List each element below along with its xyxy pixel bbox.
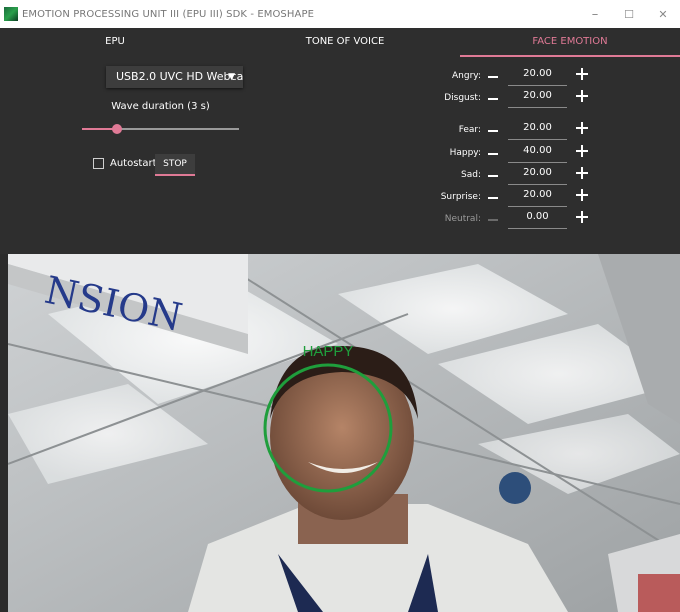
control-panel: EPU TONE OF VOICE FACE EMOTION USB2.0 UV… xyxy=(0,28,680,254)
emotion-label: Sad: xyxy=(461,170,481,180)
window-controls: – ☐ ✕ xyxy=(578,0,680,28)
decrement-icon[interactable] xyxy=(488,175,498,177)
emotion-label: Fear: xyxy=(458,125,481,135)
autostart-checkbox[interactable] xyxy=(93,158,104,169)
increment-icon[interactable] xyxy=(576,122,588,134)
tab-epu[interactable]: EPU xyxy=(0,28,230,56)
tab-bar: EPU TONE OF VOICE FACE EMOTION xyxy=(0,28,680,57)
face-overlay: HAPPY xyxy=(263,343,393,493)
emotion-value-field[interactable]: 0.00 xyxy=(508,209,567,229)
increment-icon[interactable] xyxy=(576,90,588,102)
stop-button[interactable]: STOP xyxy=(155,154,195,176)
emotion-value-field[interactable]: 20.00 xyxy=(508,187,567,207)
caret-down-icon: ▼ xyxy=(228,72,235,82)
face-detection-ring xyxy=(263,363,393,493)
increment-icon[interactable] xyxy=(576,167,588,179)
emotion-label: Disgust: xyxy=(444,93,481,103)
decrement-icon[interactable] xyxy=(488,153,498,155)
close-button[interactable]: ✕ xyxy=(646,0,680,28)
camera-feed: NSION HAPPY xyxy=(8,254,680,612)
emotion-value-field[interactable]: 20.00 xyxy=(508,120,567,140)
slider-thumb[interactable] xyxy=(111,124,122,134)
decrement-icon xyxy=(488,219,498,221)
app-logo-icon xyxy=(4,7,18,21)
decrement-icon[interactable] xyxy=(488,197,498,199)
emotion-row-angry: Angry: 20.00 xyxy=(400,66,600,88)
emotion-row-surprise: Surprise: 20.00 xyxy=(400,187,600,209)
increment-icon[interactable] xyxy=(576,68,588,80)
decrement-icon[interactable] xyxy=(488,98,498,100)
emotion-value-field[interactable]: 40.00 xyxy=(508,143,567,163)
window-title: EMOTION PROCESSING UNIT III (EPU III) SD… xyxy=(22,8,314,20)
camera-select-value: USB2.0 UVC HD Webcam xyxy=(116,70,243,83)
emotion-label: Surprise: xyxy=(440,192,481,202)
emotion-row-happy: Happy: 40.00 xyxy=(400,143,600,165)
increment-icon[interactable] xyxy=(576,145,588,157)
autostart-toggle[interactable]: Autostart xyxy=(93,158,157,169)
autostart-label: Autostart xyxy=(110,158,157,169)
increment-icon[interactable] xyxy=(576,211,588,223)
emotion-value-field[interactable]: 20.00 xyxy=(508,66,567,86)
decrement-icon[interactable] xyxy=(488,76,498,78)
emotion-result-label: HAPPY xyxy=(303,343,354,360)
wave-duration-slider[interactable] xyxy=(82,124,239,134)
emotion-label: Angry: xyxy=(452,71,481,81)
tab-tone-of-voice[interactable]: TONE OF VOICE xyxy=(230,28,460,56)
emotion-row-disgust: Disgust: 20.00 xyxy=(400,88,600,110)
emotion-value-field[interactable]: 20.00 xyxy=(508,165,567,185)
increment-icon[interactable] xyxy=(576,189,588,201)
title-bar: EMOTION PROCESSING UNIT III (EPU III) SD… xyxy=(0,0,680,28)
emotion-label: Happy: xyxy=(449,148,481,158)
tab-face-emotion[interactable]: FACE EMOTION xyxy=(460,28,680,56)
emotion-label: Neutral: xyxy=(444,214,481,224)
emotion-row-neutral: Neutral: 0.00 xyxy=(400,209,600,231)
maximize-button[interactable]: ☐ xyxy=(612,0,646,28)
active-tab-indicator xyxy=(460,55,680,57)
camera-select[interactable]: USB2.0 UVC HD Webcam ▼ xyxy=(106,66,243,88)
minimize-button[interactable]: – xyxy=(578,0,612,28)
decrement-icon[interactable] xyxy=(488,130,498,132)
emotion-row-fear: Fear: 20.00 xyxy=(400,120,600,142)
emotion-row-sad: Sad: 20.00 xyxy=(400,165,600,187)
wave-duration-label: Wave duration (3 s) xyxy=(111,101,210,112)
emotion-value-field[interactable]: 20.00 xyxy=(508,88,567,108)
